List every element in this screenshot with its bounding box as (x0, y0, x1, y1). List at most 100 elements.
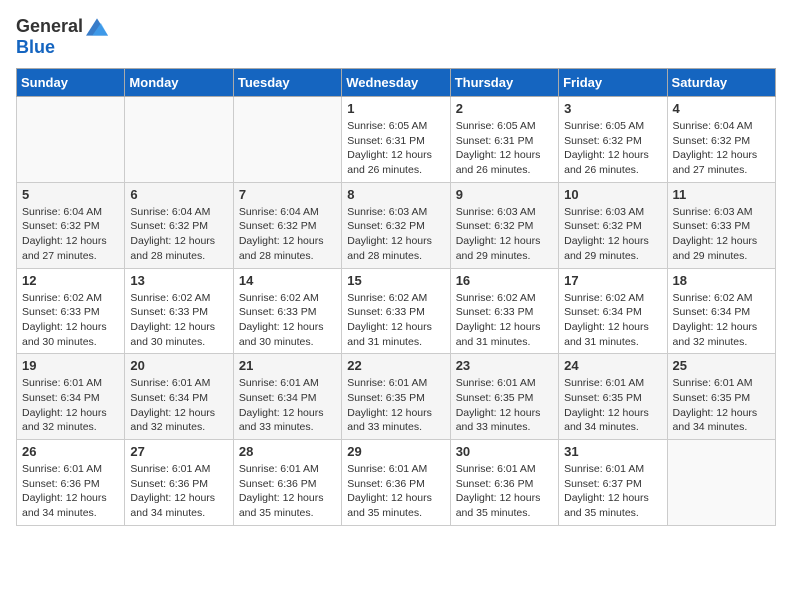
calendar-cell: 17 Sunrise: 6:02 AM Sunset: 6:34 PM Dayli… (559, 268, 667, 354)
calendar-cell (233, 97, 341, 183)
weekday-header-sunday: Sunday (17, 69, 125, 97)
weekday-header-saturday: Saturday (667, 69, 775, 97)
cell-sun-info: Sunrise: 6:04 AM Sunset: 6:32 PM Dayligh… (239, 205, 336, 264)
week-row-5: 26 Sunrise: 6:01 AM Sunset: 6:36 PM Dayli… (17, 440, 776, 526)
calendar-cell: 24 Sunrise: 6:01 AM Sunset: 6:35 PM Dayli… (559, 354, 667, 440)
day-number: 2 (456, 101, 553, 116)
day-number: 14 (239, 273, 336, 288)
calendar-cell: 23Sunrise: 6:01 AM Sunset: 6:35 PM Dayli… (450, 354, 558, 440)
calendar-cell: 14 Sunrise: 6:02 AM Sunset: 6:33 PM Dayli… (233, 268, 341, 354)
cell-sun-info: Sunrise: 6:01 AM Sunset: 6:36 PM Dayligh… (130, 462, 227, 521)
cell-sun-info: Sunrise: 6:05 AM Sunset: 6:31 PM Dayligh… (347, 119, 444, 178)
calendar-cell: 11 Sunrise: 6:03 AM Sunset: 6:33 PM Dayli… (667, 182, 775, 268)
calendar-cell: 20 Sunrise: 6:01 AM Sunset: 6:34 PM Dayli… (125, 354, 233, 440)
cell-sun-info: Sunrise: 6:04 AM Sunset: 6:32 PM Dayligh… (22, 205, 119, 264)
calendar-cell (125, 97, 233, 183)
cell-sun-info: Sunrise: 6:02 AM Sunset: 6:33 PM Dayligh… (347, 291, 444, 350)
weekday-header-friday: Friday (559, 69, 667, 97)
calendar-cell: 16 Sunrise: 6:02 AM Sunset: 6:33 PM Dayli… (450, 268, 558, 354)
cell-sun-info: Sunrise: 6:04 AM Sunset: 6:32 PM Dayligh… (673, 119, 770, 178)
calendar-cell: 28Sunrise: 6:01 AM Sunset: 6:36 PM Dayli… (233, 440, 341, 526)
cell-sun-info: Sunrise: 6:01 AM Sunset: 6:34 PM Dayligh… (239, 376, 336, 435)
logo-text-general: General (16, 16, 83, 37)
cell-sun-info: Sunrise: 6:01 AM Sunset: 6:34 PM Dayligh… (130, 376, 227, 435)
day-number: 3 (564, 101, 661, 116)
day-number: 11 (673, 187, 770, 202)
cell-sun-info: Sunrise: 6:01 AM Sunset: 6:36 PM Dayligh… (239, 462, 336, 521)
cell-sun-info: Sunrise: 6:03 AM Sunset: 6:32 PM Dayligh… (347, 205, 444, 264)
cell-sun-info: Sunrise: 6:02 AM Sunset: 6:34 PM Dayligh… (564, 291, 661, 350)
day-number: 6 (130, 187, 227, 202)
calendar-cell: 2 Sunrise: 6:05 AM Sunset: 6:31 PM Daylig… (450, 97, 558, 183)
day-number: 24 (564, 358, 661, 373)
cell-sun-info: Sunrise: 6:02 AM Sunset: 6:33 PM Dayligh… (130, 291, 227, 350)
calendar-cell: 7 Sunrise: 6:04 AM Sunset: 6:32 PM Daylig… (233, 182, 341, 268)
calendar-table: SundayMondayTuesdayWednesdayThursdayFrid… (16, 68, 776, 526)
calendar-cell: 22 Sunrise: 6:01 AM Sunset: 6:35 PM Dayli… (342, 354, 450, 440)
calendar-cell: 6 Sunrise: 6:04 AM Sunset: 6:32 PM Daylig… (125, 182, 233, 268)
day-number: 21 (239, 358, 336, 373)
calendar-cell: 9 Sunrise: 6:03 AM Sunset: 6:32 PM Daylig… (450, 182, 558, 268)
week-row-1: 1 Sunrise: 6:05 AM Sunset: 6:31 PM Daylig… (17, 97, 776, 183)
calendar-cell (667, 440, 775, 526)
calendar-cell: 15 Sunrise: 6:02 AM Sunset: 6:33 PM Dayli… (342, 268, 450, 354)
calendar-cell: 25 Sunrise: 6:01 AM Sunset: 6:35 PM Dayli… (667, 354, 775, 440)
cell-sun-info: Sunrise: 6:02 AM Sunset: 6:33 PM Dayligh… (456, 291, 553, 350)
calendar-cell (17, 97, 125, 183)
day-number: 27 (130, 444, 227, 459)
day-number: 26 (22, 444, 119, 459)
day-number: 15 (347, 273, 444, 288)
weekday-header-thursday: Thursday (450, 69, 558, 97)
day-number: 16 (456, 273, 553, 288)
weekday-header-monday: Monday (125, 69, 233, 97)
weekday-header-tuesday: Tuesday (233, 69, 341, 97)
day-number: 19 (22, 358, 119, 373)
cell-sun-info: Sunrise: 6:01 AM Sunset: 6:35 PM Dayligh… (673, 376, 770, 435)
cell-sun-info: Sunrise: 6:03 AM Sunset: 6:32 PM Dayligh… (456, 205, 553, 264)
day-number: 7 (239, 187, 336, 202)
day-number: 1 (347, 101, 444, 116)
week-row-4: 19 Sunrise: 6:01 AM Sunset: 6:34 PM Dayli… (17, 354, 776, 440)
weekday-header-wednesday: Wednesday (342, 69, 450, 97)
day-number: 5 (22, 187, 119, 202)
calendar-cell: 19Sunrise: 6:01 AM Sunset: 6:34 PM Dayli… (17, 354, 125, 440)
cell-sun-info: Sunrise: 6:02 AM Sunset: 6:33 PM Dayligh… (239, 291, 336, 350)
calendar-cell: 29Sunrise: 6:01 AM Sunset: 6:36 PM Dayli… (342, 440, 450, 526)
logo-text-blue: Blue (16, 37, 55, 58)
cell-sun-info: Sunrise: 6:04 AM Sunset: 6:32 PM Dayligh… (130, 205, 227, 264)
day-number: 17 (564, 273, 661, 288)
calendar-cell: 21 Sunrise: 6:01 AM Sunset: 6:34 PM Dayli… (233, 354, 341, 440)
day-number: 10 (564, 187, 661, 202)
day-number: 25 (673, 358, 770, 373)
page-header: General Blue (16, 16, 776, 58)
cell-sun-info: Sunrise: 6:01 AM Sunset: 6:36 PM Dayligh… (347, 462, 444, 521)
cell-sun-info: Sunrise: 6:03 AM Sunset: 6:33 PM Dayligh… (673, 205, 770, 264)
calendar-cell: 3 Sunrise: 6:05 AM Sunset: 6:32 PM Daylig… (559, 97, 667, 183)
day-number: 20 (130, 358, 227, 373)
logo: General Blue (16, 16, 108, 58)
week-row-2: 5 Sunrise: 6:04 AM Sunset: 6:32 PM Daylig… (17, 182, 776, 268)
cell-sun-info: Sunrise: 6:01 AM Sunset: 6:35 PM Dayligh… (456, 376, 553, 435)
cell-sun-info: Sunrise: 6:05 AM Sunset: 6:31 PM Dayligh… (456, 119, 553, 178)
cell-sun-info: Sunrise: 6:05 AM Sunset: 6:32 PM Dayligh… (564, 119, 661, 178)
cell-sun-info: Sunrise: 6:01 AM Sunset: 6:36 PM Dayligh… (22, 462, 119, 521)
week-row-3: 12Sunrise: 6:02 AM Sunset: 6:33 PM Dayli… (17, 268, 776, 354)
cell-sun-info: Sunrise: 6:02 AM Sunset: 6:34 PM Dayligh… (673, 291, 770, 350)
cell-sun-info: Sunrise: 6:01 AM Sunset: 6:36 PM Dayligh… (456, 462, 553, 521)
day-number: 9 (456, 187, 553, 202)
calendar-cell: 30Sunrise: 6:01 AM Sunset: 6:36 PM Dayli… (450, 440, 558, 526)
day-number: 18 (673, 273, 770, 288)
cell-sun-info: Sunrise: 6:01 AM Sunset: 6:35 PM Dayligh… (564, 376, 661, 435)
cell-sun-info: Sunrise: 6:02 AM Sunset: 6:33 PM Dayligh… (22, 291, 119, 350)
cell-sun-info: Sunrise: 6:01 AM Sunset: 6:35 PM Dayligh… (347, 376, 444, 435)
day-number: 8 (347, 187, 444, 202)
calendar-cell: 8 Sunrise: 6:03 AM Sunset: 6:32 PM Daylig… (342, 182, 450, 268)
calendar-cell: 13 Sunrise: 6:02 AM Sunset: 6:33 PM Dayli… (125, 268, 233, 354)
day-number: 13 (130, 273, 227, 288)
day-number: 22 (347, 358, 444, 373)
calendar-cell: 31 Sunrise: 6:01 AM Sunset: 6:37 PM Dayli… (559, 440, 667, 526)
day-number: 4 (673, 101, 770, 116)
day-number: 31 (564, 444, 661, 459)
calendar-cell: 1 Sunrise: 6:05 AM Sunset: 6:31 PM Daylig… (342, 97, 450, 183)
cell-sun-info: Sunrise: 6:01 AM Sunset: 6:37 PM Dayligh… (564, 462, 661, 521)
